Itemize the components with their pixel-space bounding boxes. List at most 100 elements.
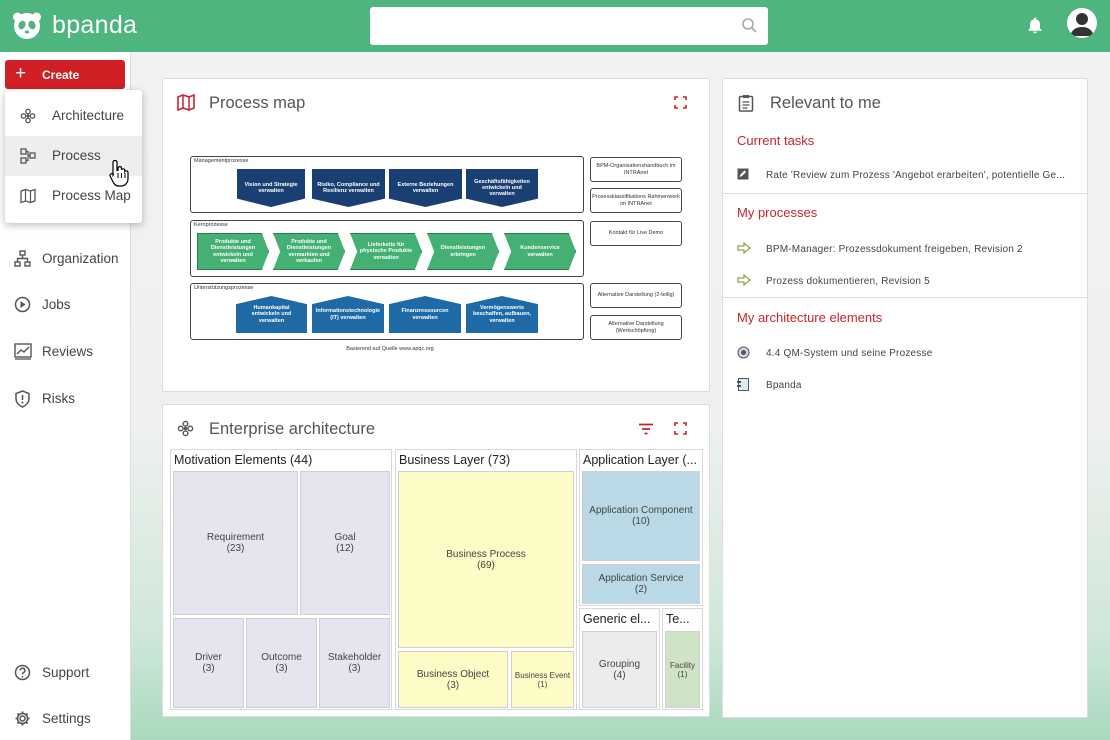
arrow-right-icon	[737, 274, 751, 286]
sidebar-item-risks[interactable]: Risks	[0, 381, 131, 417]
sidebar-item-support[interactable]: Support	[0, 655, 131, 691]
treemap-leaf-outcome[interactable]: Outcome (3)	[246, 618, 317, 708]
leaf-label: Driver	[195, 652, 222, 663]
task-item[interactable]: Rate 'Review zum Prozess 'Angebot erarbe…	[737, 165, 1082, 185]
leaf-count: (4)	[613, 669, 626, 681]
help-circle-icon	[14, 664, 31, 681]
process-tile[interactable]: Produkte und Dienstleistungen vermarkten…	[273, 233, 345, 270]
create-menu: Architecture Process Process Map	[5, 90, 142, 223]
sidebar-item-organization[interactable]: Organization	[0, 241, 131, 277]
leaf-label: Business Event	[514, 670, 571, 680]
band-label: Kernprozesse	[194, 222, 228, 228]
bell-icon[interactable]	[1027, 16, 1043, 34]
sidebar-item-jobs[interactable]: Jobs	[0, 287, 131, 323]
my-architecture-heading: My architecture elements	[737, 310, 883, 325]
leaf-label: Application Component	[589, 505, 693, 516]
treemap-leaf-application-service[interactable]: Application Service (2)	[582, 564, 700, 604]
band-label: Unterstützungsprozesse	[194, 285, 254, 291]
user-icon	[1070, 13, 1094, 36]
treemap-leaf-requirement[interactable]: Requirement (23)	[173, 471, 298, 615]
leaf-count: (3)	[275, 663, 288, 674]
process-label: Prozess dokumentieren, Revision 5	[766, 276, 930, 287]
link-box[interactable]: Kontakt für Live Demo	[590, 221, 682, 246]
group-label: Motivation Elements (44)	[174, 453, 313, 467]
create-button[interactable]: + Create	[5, 60, 125, 89]
sitemap-icon	[14, 250, 31, 267]
source-note: Basierend auf Quelle www.apqc.org	[346, 346, 434, 352]
atom-icon	[177, 420, 194, 437]
group-label: Business Layer (73)	[399, 453, 511, 467]
panda-logo-icon[interactable]	[12, 11, 42, 41]
group-label: Application Layer (...	[583, 453, 697, 467]
process-icon	[20, 148, 36, 164]
create-label: Create	[42, 68, 80, 82]
treemap-leaf-stakeholder[interactable]: Stakeholder (3)	[319, 618, 390, 708]
search-input[interactable]	[370, 7, 768, 45]
hand-cursor-icon	[109, 159, 129, 187]
clipboard-icon	[738, 95, 754, 112]
treemap-leaf-goal[interactable]: Goal (12)	[300, 471, 390, 615]
process-tile[interactable]: Lieferkette für physische Produkte verwa…	[350, 233, 422, 270]
treemap-leaf-grouping[interactable]: Grouping (4)	[582, 631, 657, 708]
sidebar-item-reviews[interactable]: Reviews	[0, 334, 131, 370]
group-label: Te...	[666, 612, 690, 626]
plus-icon: +	[15, 63, 27, 84]
leaf-label: Goal	[334, 532, 356, 543]
user-avatar[interactable]	[1067, 8, 1097, 38]
process-item[interactable]: BPM-Manager: Prozessdokument freigeben, …	[737, 239, 1082, 259]
treemap-leaf-business-event[interactable]: Business Event (1)	[511, 651, 574, 708]
process-tile[interactable]: Kundenservice verwalten	[504, 233, 576, 270]
band-label: Managementprozesse	[194, 158, 249, 164]
treemap-leaf-driver[interactable]: Driver (3)	[173, 618, 244, 708]
process-item[interactable]: Prozess dokumentieren, Revision 5	[737, 271, 1082, 291]
menu-item-label: Process	[52, 148, 101, 163]
process-map-diagram[interactable]: Managementprozesse Vision und Strategie …	[190, 156, 682, 356]
sidebar-item-settings[interactable]: Settings	[0, 701, 131, 737]
leaf-count: (1)	[537, 679, 548, 689]
shield-icon	[15, 390, 30, 408]
component-icon	[737, 346, 750, 359]
leaf-label: Facility	[670, 660, 695, 670]
leaf-count: (69)	[477, 559, 495, 571]
expand-icon[interactable]	[674, 422, 687, 435]
architecture-item[interactable]: Bpanda	[737, 375, 1082, 395]
link-box[interactable]: Alternative Darstellung (Wertschöpfung)	[590, 315, 682, 340]
application-icon	[737, 378, 749, 391]
sidebar-item-label: Reviews	[42, 344, 94, 359]
expand-icon[interactable]	[674, 96, 687, 109]
header-bar: bpanda	[0, 0, 1110, 52]
atom-icon	[20, 108, 36, 124]
leaf-count: (2)	[634, 584, 648, 595]
relevant-title: Relevant to me	[770, 94, 881, 112]
process-tile[interactable]: Dienstleistungen erbringen	[427, 233, 499, 270]
play-circle-icon	[14, 296, 31, 313]
sidebar-item-label: Risks	[42, 391, 75, 406]
filter-icon[interactable]	[638, 423, 654, 435]
leaf-label: Business Object	[416, 668, 490, 680]
process-tile[interactable]: Produkte und Dienstleistungen entwickeln…	[197, 233, 269, 270]
architecture-item[interactable]: 4.4 QM-System und seine Prozesse	[737, 343, 1082, 363]
gear-icon	[15, 711, 30, 726]
search-icon[interactable]	[741, 17, 758, 34]
treemap-leaf-business-object[interactable]: Business Object (3)	[398, 651, 508, 708]
brand-name[interactable]: bpanda	[52, 11, 137, 40]
leaf-count: (3)	[446, 679, 460, 691]
process-map-title: Process map	[209, 94, 306, 112]
link-box[interactable]: Prozessklassifikations Rahmenwerk im INT…	[590, 188, 682, 213]
link-box[interactable]: BPM-Organisationshandbuch im INTRAnet	[590, 157, 682, 182]
treemap-leaf-facility[interactable]: Facility (1)	[665, 631, 700, 708]
arrow-right-icon	[737, 242, 751, 254]
sidebar-item-label: Organization	[42, 251, 119, 266]
architecture-label: Bpanda	[766, 380, 802, 391]
link-box[interactable]: Alternative Darstellung (2-teilig)	[590, 283, 682, 308]
leaf-label: Application Service	[598, 573, 684, 584]
leaf-label: Grouping	[598, 658, 641, 670]
map-icon	[177, 94, 195, 111]
my-processes-heading: My processes	[737, 205, 818, 220]
treemap-leaf-business-process[interactable]: Business Process (69)	[398, 471, 574, 648]
group-label: Generic el...	[583, 612, 651, 626]
menu-item-architecture[interactable]: Architecture	[5, 96, 142, 136]
treemap-leaf-application-component[interactable]: Application Component (10)	[582, 471, 700, 561]
menu-item-label: Architecture	[52, 108, 125, 123]
leaf-label: Requirement	[206, 532, 265, 543]
